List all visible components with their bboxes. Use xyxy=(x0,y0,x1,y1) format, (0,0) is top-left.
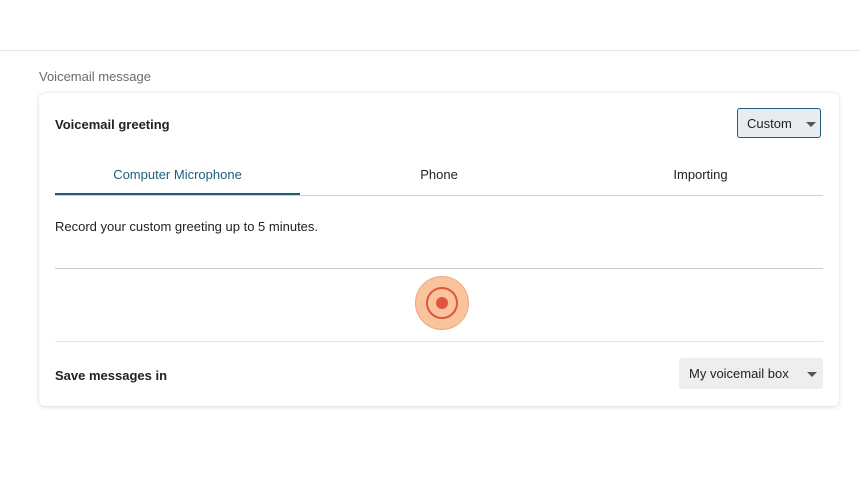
save-location-value: My voicemail box xyxy=(689,366,789,381)
greeting-select[interactable]: Custom xyxy=(737,108,821,138)
divider xyxy=(55,268,823,269)
save-messages-label: Save messages in xyxy=(55,368,168,383)
tab-computer-microphone[interactable]: Computer Microphone xyxy=(55,157,300,195)
tab-importing[interactable]: Importing xyxy=(578,157,823,195)
chevron-down-icon xyxy=(807,372,817,377)
record-dot xyxy=(436,297,448,309)
voicemail-card: Voicemail greeting Custom Computer Micro… xyxy=(39,93,839,406)
greeting-source-tabs: Computer Microphone Phone Importing xyxy=(55,157,823,196)
divider xyxy=(55,341,823,342)
top-divider xyxy=(0,50,860,51)
save-location-select[interactable]: My voicemail box xyxy=(679,358,823,389)
record-button[interactable] xyxy=(415,276,469,330)
chevron-down-icon xyxy=(806,122,816,127)
tab-phone[interactable]: Phone xyxy=(300,157,578,195)
section-title: Voicemail message xyxy=(39,69,151,84)
greeting-select-value: Custom xyxy=(747,116,792,131)
record-description: Record your custom greeting up to 5 minu… xyxy=(55,219,319,234)
greeting-label: Voicemail greeting xyxy=(55,117,170,132)
